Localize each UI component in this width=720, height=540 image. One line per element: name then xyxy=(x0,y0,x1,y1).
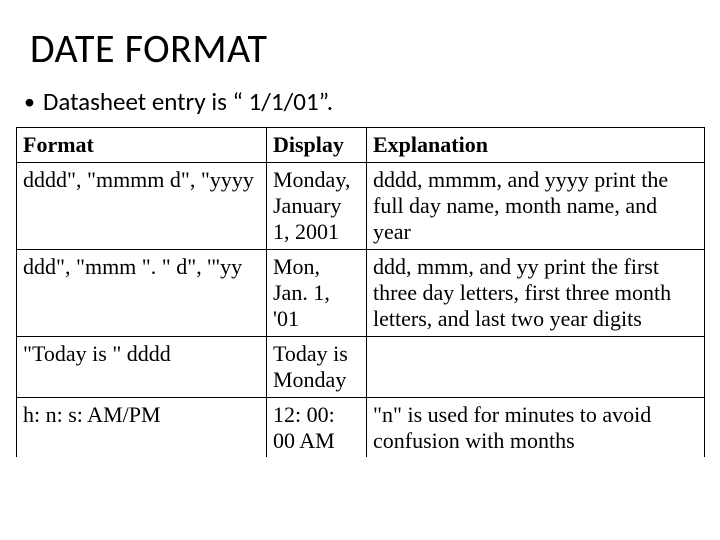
table-row: h: n: s: AM/PM 12: 00: 00 AM "n" is used… xyxy=(17,397,705,457)
cell-format: h: n: s: AM/PM xyxy=(17,397,267,457)
cell-format: "Today is " dddd xyxy=(17,336,267,397)
col-header-explanation: Explanation xyxy=(367,128,705,163)
table-row: "Today is " dddd Today is Monday xyxy=(17,336,705,397)
bullet-item: • Datasheet entry is “ 1/1/01”. xyxy=(24,87,704,117)
cell-display: Monday, January 1, 2001 xyxy=(267,162,367,249)
table-row: ddd", "mmm ". " d", '"yy Mon, Jan. 1, '0… xyxy=(17,249,705,336)
cell-format: ddd", "mmm ". " d", '"yy xyxy=(17,249,267,336)
table-row: dddd", "mmmm d", "yyyy Monday, January 1… xyxy=(17,162,705,249)
cell-display: Mon, Jan. 1, '01 xyxy=(267,249,367,336)
cell-explanation: "n" is used for minutes to avoid confusi… xyxy=(367,397,705,457)
cell-explanation: ddd, mmm, and yy print the first three d… xyxy=(367,249,705,336)
format-table: Format Display Explanation dddd", "mmmm … xyxy=(16,127,705,457)
bullet-text: Datasheet entry is “ 1/1/01”. xyxy=(43,87,333,117)
col-header-display: Display xyxy=(267,128,367,163)
slide: DATE FORMAT • Datasheet entry is “ 1/1/0… xyxy=(0,0,720,540)
page-title: DATE FORMAT xyxy=(30,24,704,73)
table-header-row: Format Display Explanation xyxy=(17,128,705,163)
cell-display: 12: 00: 00 AM xyxy=(267,397,367,457)
cell-display: Today is Monday xyxy=(267,336,367,397)
bullet-dot-icon: • xyxy=(24,87,35,117)
cell-explanation xyxy=(367,336,705,397)
cell-explanation: dddd, mmmm, and yyyy print the full day … xyxy=(367,162,705,249)
col-header-format: Format xyxy=(17,128,267,163)
cell-format: dddd", "mmmm d", "yyyy xyxy=(17,162,267,249)
